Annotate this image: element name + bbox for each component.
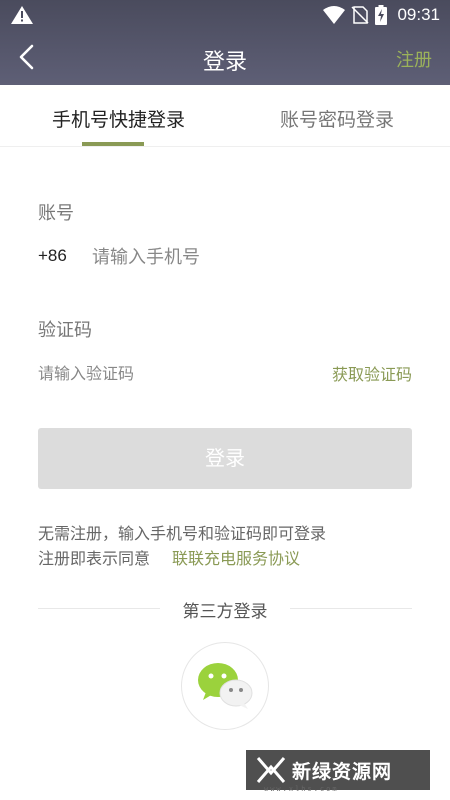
status-bar: 09:31 [0, 0, 450, 30]
watermark-text: 新绿资源网 [292, 760, 393, 783]
code-input[interactable] [38, 360, 288, 386]
watermark-url: www.xlhs.com [264, 785, 339, 793]
agreement-link[interactable]: 联联充电服务协议 [172, 545, 300, 569]
wechat-icon [198, 663, 253, 709]
status-time: 09:31 [397, 5, 440, 24]
wechat-login-button[interactable] [181, 642, 269, 730]
third-party-title: 第三方登录 [182, 602, 268, 622]
status-icons: 09:31 [323, 4, 440, 26]
tab-phone-login[interactable]: 手机号快捷登录 [52, 105, 185, 132]
app-header: 09:31 登录 注册 [0, 0, 450, 85]
tab-password-login[interactable]: 账号密码登录 [280, 105, 394, 132]
battery-charging-icon [375, 5, 388, 25]
watermark-logo-icon [256, 757, 286, 783]
page-title: 登录 [202, 50, 247, 75]
warning-icon [11, 6, 33, 24]
navbar: 登录 注册 [0, 30, 450, 85]
account-label: 账号 [38, 203, 74, 224]
watermark: 新绿资源网 [246, 750, 430, 790]
hint-text: 无需注册，输入手机号和验证码即可登录 [38, 524, 327, 543]
agreement-prefix: 注册即表示同意 [38, 549, 151, 568]
code-label: 验证码 [38, 320, 92, 341]
country-code: +86 [38, 246, 67, 265]
no-sim-icon [351, 6, 369, 24]
phone-input[interactable] [92, 242, 412, 272]
get-code-button[interactable]: 获取验证码 [332, 361, 412, 385]
active-tab-indicator [82, 142, 144, 146]
wifi-icon [323, 6, 346, 24]
login-tabs: 手机号快捷登录 账号密码登录 [0, 85, 450, 147]
login-button[interactable]: 登录 [38, 428, 412, 489]
register-link[interactable]: 注册 [396, 46, 432, 72]
